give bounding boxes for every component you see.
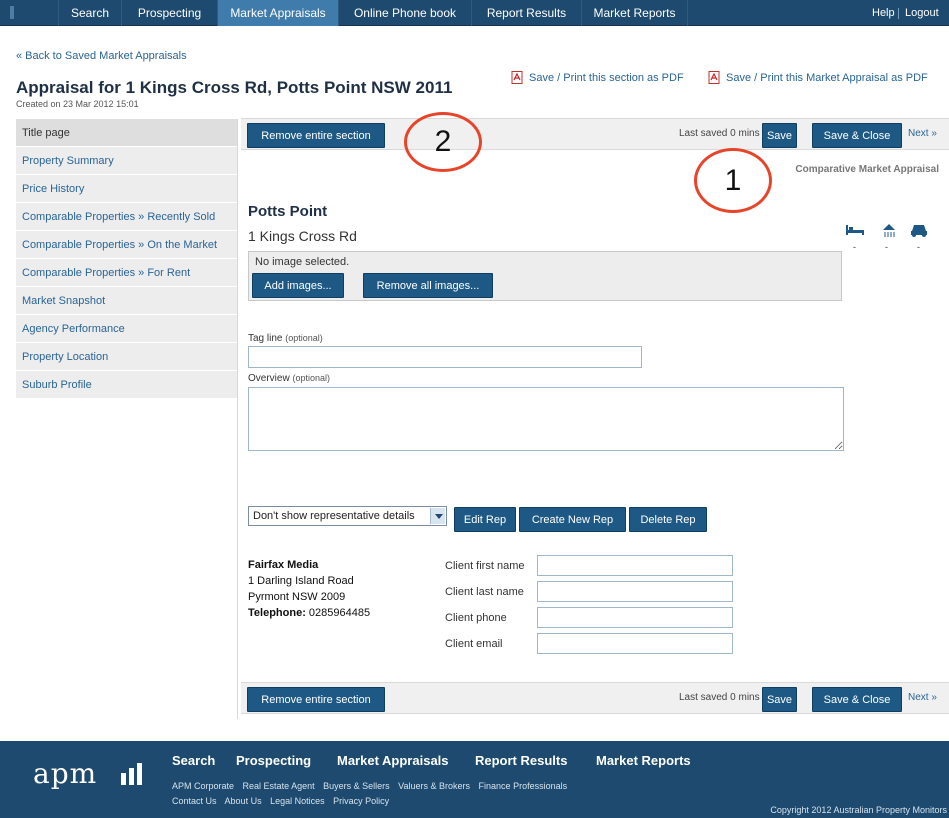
bath-count: - <box>885 242 888 252</box>
shower-icon <box>883 224 895 237</box>
save-appraisal-pdf-link[interactable]: Save / Print this Market Appraisal as PD… <box>708 71 928 84</box>
rep-company: Fairfax Media <box>248 559 319 571</box>
footer-nav-market-appraisals[interactable]: Market Appraisals <box>337 753 449 768</box>
sidebar-item-title-page[interactable]: Title page <box>16 119 237 147</box>
sidebar-item-market-snapshot[interactable]: Market Snapshot <box>16 287 237 315</box>
bed-count: - <box>853 242 856 252</box>
created-date: Created on 23 Mar 2012 15:01 <box>16 99 139 109</box>
client-last-name-input[interactable] <box>537 581 733 602</box>
representative-select[interactable]: Don't show representative details <box>248 506 447 526</box>
pdf-icon <box>708 71 720 84</box>
remove-section-button-bottom[interactable]: Remove entire section <box>247 687 385 712</box>
car-icon <box>911 225 927 237</box>
nav-report-results[interactable]: Report Results <box>471 0 581 26</box>
client-email-input[interactable] <box>537 633 733 654</box>
client-first-name-input[interactable] <box>537 555 733 576</box>
nav-logo[interactable] <box>0 0 58 26</box>
client-phone-label: Client phone <box>445 612 507 624</box>
back-to-saved-appraisals-link[interactable]: « Back to Saved Market Appraisals <box>16 50 187 62</box>
help-link[interactable]: Help <box>872 0 895 26</box>
section-label: Comparative Market Appraisal <box>795 164 939 175</box>
save-button-bottom[interactable]: Save <box>762 687 797 712</box>
representative-select-value: Don't show representative details <box>253 510 415 522</box>
remove-all-images-button[interactable]: Remove all images... <box>363 273 493 298</box>
footer-nav-market-reports[interactable]: Market Reports <box>596 753 691 768</box>
sidebar-item-agency-performance[interactable]: Agency Performance <box>16 315 237 343</box>
footer-link-buyers-sellers[interactable]: Buyers & Sellers <box>323 781 390 791</box>
save-section-pdf-link[interactable]: Save / Print this section as PDF <box>511 71 684 84</box>
edit-rep-button[interactable]: Edit Rep <box>454 507 516 532</box>
footer-links-row-2: Contact Us About Us Legal Notices Privac… <box>172 796 395 806</box>
footer-link-legal-notices[interactable]: Legal Notices <box>270 796 325 806</box>
tagline-label: Tag line (optional) <box>248 333 323 344</box>
chevron-down-icon[interactable] <box>430 508 445 524</box>
footer-link-contact-us[interactable]: Contact Us <box>172 796 217 806</box>
overview-textarea[interactable] <box>248 387 844 451</box>
suburb-title: Potts Point <box>248 203 328 220</box>
property-address: 1 Kings Cross Rd <box>248 228 357 244</box>
apm-logo-text[interactable]: apm <box>33 757 97 790</box>
client-phone-input[interactable] <box>537 607 733 628</box>
sidebar-item-property-location[interactable]: Property Location <box>16 343 237 371</box>
representative-details: Fairfax Media 1 Darling Island Road Pyrm… <box>248 557 370 621</box>
nav-search[interactable]: Search <box>58 0 121 26</box>
top-nav: Search Prospecting Market Appraisals Onl… <box>0 0 949 26</box>
sidebar-item-comparable-on-market[interactable]: Comparable Properties » On the Market <box>16 231 237 259</box>
client-first-name-label: Client first name <box>445 560 525 572</box>
remove-section-button[interactable]: Remove entire section <box>247 123 385 148</box>
property-features: - - - <box>845 222 935 252</box>
client-email-label: Client email <box>445 638 503 650</box>
pdf-icon <box>511 71 523 84</box>
sidebar-item-comparable-recently-sold[interactable]: Comparable Properties » Recently Sold <box>16 203 237 231</box>
footer: apm Search Prospecting Market Appraisals… <box>0 741 949 818</box>
footer-nav-prospecting[interactable]: Prospecting <box>236 753 311 768</box>
create-new-rep-button[interactable]: Create New Rep <box>519 507 626 532</box>
image-box: No image selected. Add images... Remove … <box>248 251 842 301</box>
next-link[interactable]: Next » <box>908 128 937 139</box>
save-close-button[interactable]: Save & Close <box>812 123 902 148</box>
delete-rep-button[interactable]: Delete Rep <box>629 507 707 532</box>
annotation-circle-1: 1 <box>694 148 772 213</box>
save-appraisal-pdf-label: Save / Print this Market Appraisal as PD… <box>726 71 928 84</box>
page-title: Appraisal for 1 Kings Cross Rd, Potts Po… <box>16 78 453 97</box>
rep-address-line-1: 1 Darling Island Road <box>248 575 354 587</box>
add-images-button[interactable]: Add images... <box>252 273 344 298</box>
annotation-circle-2: 2 <box>404 112 482 172</box>
no-image-text: No image selected. <box>255 256 350 268</box>
next-link-bottom[interactable]: Next » <box>908 692 937 703</box>
bed-icon <box>846 225 864 235</box>
footer-nav-search[interactable]: Search <box>172 753 215 768</box>
footer-link-finance-professionals[interactable]: Finance Professionals <box>479 781 568 791</box>
footer-link-real-estate-agent[interactable]: Real Estate Agent <box>243 781 315 791</box>
footer-link-about-us[interactable]: About Us <box>225 796 262 806</box>
nav-market-appraisals[interactable]: Market Appraisals <box>217 0 338 26</box>
apm-logo-bars-icon <box>121 763 142 785</box>
car-count: - <box>917 242 920 252</box>
logout-link[interactable]: Logout <box>905 0 939 26</box>
client-last-name-label: Client last name <box>445 586 524 598</box>
save-button[interactable]: Save <box>762 123 797 148</box>
sidebar-item-suburb-profile[interactable]: Suburb Profile <box>16 371 237 399</box>
footer-links-row-1: APM Corporate Real Estate Agent Buyers &… <box>172 781 573 791</box>
footer-link-valuers-brokers[interactable]: Valuers & Brokers <box>398 781 470 791</box>
save-close-button-bottom[interactable]: Save & Close <box>812 687 902 712</box>
overview-label: Overview (optional) <box>248 373 330 384</box>
sidebar-item-comparable-for-rent[interactable]: Comparable Properties » For Rent <box>16 259 237 287</box>
section-toolbar-top: Remove entire section Last saved 0 mins … <box>241 118 949 150</box>
rep-address-line-2: Pyrmont NSW 2009 <box>248 591 346 603</box>
nav-market-reports[interactable]: Market Reports <box>581 0 688 26</box>
footer-link-privacy-policy[interactable]: Privacy Policy <box>333 796 389 806</box>
sidebar: Title page Property Summary Price Histor… <box>16 119 238 719</box>
copyright-text: Copyright 2012 Australian Property Monit… <box>770 805 947 815</box>
sidebar-item-property-summary[interactable]: Property Summary <box>16 147 237 175</box>
section-toolbar-bottom: Remove entire section Last saved 0 mins … <box>241 682 949 714</box>
nav-online-phone-book[interactable]: Online Phone book <box>338 0 471 26</box>
footer-nav-report-results[interactable]: Report Results <box>475 753 567 768</box>
footer-link-apm-corporate[interactable]: APM Corporate <box>172 781 234 791</box>
rep-telephone: Telephone: 0285964485 <box>248 607 371 619</box>
nav-prospecting[interactable]: Prospecting <box>121 0 217 26</box>
tagline-input[interactable] <box>248 346 642 368</box>
save-section-pdf-label: Save / Print this section as PDF <box>529 71 684 84</box>
sidebar-item-price-history[interactable]: Price History <box>16 175 237 203</box>
